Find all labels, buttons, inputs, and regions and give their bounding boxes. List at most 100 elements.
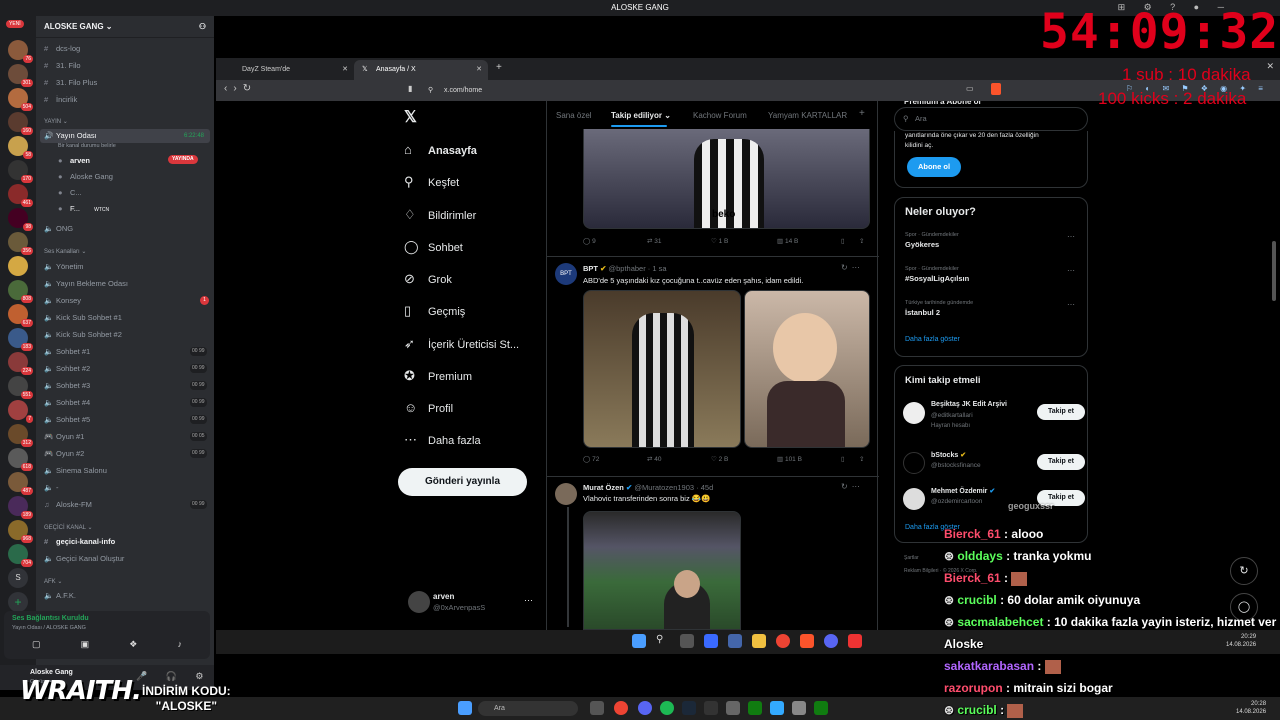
reply-button[interactable]: ◯ 72 — [583, 455, 599, 463]
nav-creator-studio[interactable]: ➶ İçerik Üreticisi St... — [404, 334, 519, 354]
server-icon[interactable]: 504 — [8, 88, 33, 111]
voice-channel[interactable]: 🔈 Sohbet #5 00 99 — [44, 413, 214, 427]
retweet-button[interactable]: ⇄ 31 — [647, 237, 662, 245]
server-icon[interactable]: 312 — [8, 424, 33, 447]
search-icon[interactable]: ⚲ — [656, 634, 670, 648]
discord-icon[interactable] — [824, 634, 838, 648]
voice-actions[interactable]: ▢ ▣ ❖ ♪ — [12, 639, 202, 653]
back-icon[interactable]: ‹ — [224, 83, 233, 94]
add-server-icon[interactable]: + — [8, 592, 28, 612]
steam-icon[interactable] — [682, 701, 696, 715]
voice-channel[interactable]: 🎮 Oyun #1 00 05 — [44, 430, 214, 444]
avatar[interactable] — [555, 483, 577, 505]
voice-member[interactable]: ● F... WTCN — [58, 202, 109, 216]
voice-channel[interactable]: 🔈 Sohbet #2 00 99 — [44, 362, 214, 376]
voice-channel[interactable]: 🔈 Sohbet #1 00 99 — [44, 345, 214, 359]
tweet[interactable]: Murat Özen ✔ @Muratozen1903 · 45d ↻⋯ Vla… — [547, 477, 879, 630]
channel-item[interactable]: #31. Filo — [44, 59, 81, 73]
voice-channel[interactable]: 🔈 Yönetim — [44, 260, 84, 274]
follow-button[interactable]: Takip et — [1037, 404, 1085, 420]
like-button[interactable]: ♡ 2 B — [711, 455, 728, 463]
voice-channel[interactable]: 🔈 Konsey 1 — [44, 294, 210, 308]
soundboard-icon[interactable]: ♪ — [177, 639, 182, 653]
x-logo-icon[interactable]: 𝕏 — [404, 107, 417, 127]
views-button[interactable]: ▥ 14 B — [777, 237, 798, 245]
category-yayin[interactable]: YAYIN ⌄ — [44, 118, 68, 125]
server-icon[interactable]: 170 — [8, 160, 33, 183]
subscribe-button[interactable]: Abone ol — [907, 157, 961, 177]
account-name[interactable]: arven — [433, 592, 454, 601]
add-tab-icon[interactable]: + — [859, 108, 865, 119]
nav-explore[interactable]: ⚲ Keşfet — [404, 172, 459, 192]
channel-item[interactable]: # İncirlik — [44, 93, 77, 107]
app-icon[interactable] — [590, 701, 604, 715]
xbox-icon[interactable] — [748, 701, 762, 715]
voice-member[interactable]: ● C... — [58, 186, 82, 200]
server-icon[interactable]: 7 — [8, 400, 33, 423]
tab-for-you[interactable]: Sana özel — [556, 111, 592, 120]
server-icon[interactable]: 76 — [8, 40, 33, 63]
bookmark-button[interactable]: ▯ — [841, 237, 845, 245]
voice-channel[interactable]: 🔈 Kick Sub Sohbet #2 — [44, 328, 122, 342]
tweet-menu-icon[interactable]: ↻⋯ — [841, 482, 864, 491]
channel-item[interactable]: 🔈 Geçici Kanal Oluştur — [44, 552, 124, 566]
url-field[interactable]: ⚲ x.com/home — [422, 83, 982, 98]
nav-grok[interactable]: ⊘ Grok — [404, 269, 452, 289]
reply-button[interactable]: ◯ 9 — [583, 237, 596, 245]
show-more-link[interactable]: Daha fazla göster — [905, 336, 960, 343]
voice-location[interactable]: Yayın Odası / ALOSKE GANG — [12, 625, 86, 631]
nav-messages[interactable]: ◯ Sohbet — [404, 237, 463, 257]
add-member-icon[interactable]: ⚇ — [199, 16, 206, 38]
server-icon[interactable]: 968 — [8, 520, 33, 543]
tweet-photo[interactable] — [583, 511, 741, 630]
close-icon[interactable]: ✕ — [476, 60, 482, 80]
server-icon[interactable]: 98 — [8, 208, 33, 231]
channel-item[interactable]: #31. Filo Plus — [44, 76, 97, 90]
voice-channel[interactable]: 🔈 - — [44, 481, 59, 495]
tweet-photo[interactable] — [744, 290, 870, 448]
user-controls[interactable]: 🎤 🎧 ⚙ — [136, 671, 211, 682]
tweet-menu-icon[interactable]: ↻⋯ — [841, 263, 864, 272]
server-icon[interactable]: 224 — [8, 352, 33, 375]
taskview-icon[interactable] — [680, 634, 694, 648]
voice-channel[interactable]: ♫ Aloske-FM 00 99 — [44, 498, 214, 512]
tab-dayz[interactable]: DayZ Steam'de ✕ — [220, 60, 354, 80]
server-icon[interactable]: 183 — [8, 328, 33, 351]
app-icon[interactable] — [770, 701, 784, 715]
voice-channel[interactable]: 🔈 Yayın Bekleme Odası — [44, 277, 128, 291]
more-icon[interactable]: ⋯ — [1067, 232, 1075, 241]
more-icon[interactable]: ⋯ — [1067, 300, 1075, 309]
server-icon[interactable]: 704 — [8, 544, 33, 567]
nav-history[interactable]: ▯ Geçmiş — [404, 301, 465, 321]
app-icon[interactable] — [704, 634, 718, 648]
share-button[interactable]: ⇪ — [859, 455, 864, 463]
screen-share-icon[interactable]: ▣ — [81, 639, 90, 653]
footer-links[interactable]: Şartlar — [904, 555, 919, 561]
xbox-icon[interactable] — [814, 701, 828, 715]
nav-home[interactable]: ⌂ Anasayfa — [404, 140, 477, 160]
opera-icon[interactable] — [614, 701, 628, 715]
server-icon[interactable] — [8, 256, 28, 276]
tab-kachow[interactable]: Kachow Forum — [693, 111, 747, 120]
trend-item[interactable]: Spor · Gündemdekiler Gyökeres — [905, 232, 959, 249]
activities-icon[interactable]: ❖ — [129, 639, 137, 653]
server-icon[interactable]: 301 — [8, 64, 33, 87]
nav-more[interactable]: ⋯ Daha fazla — [404, 430, 481, 450]
camera-icon[interactable]: ▢ — [32, 639, 41, 653]
tweet[interactable]: beko ◯ 9 ⇄ 31 ♡ 1 B ▥ 14 B ▯ ⇪ — [547, 129, 879, 257]
follow-suggestion[interactable]: bStocks ✔ @bstocksfinance Takip et — [901, 450, 1085, 480]
nav-premium[interactable]: ✪ Premium — [404, 366, 472, 386]
retweet-button[interactable]: ⇄ 40 — [647, 455, 662, 463]
store-icon[interactable] — [728, 634, 742, 648]
follow-suggestion[interactable]: Beşiktaş JK Edit Arşivi @editkartallari Ha… — [901, 400, 1085, 430]
close-window-icon[interactable]: ✕ — [1266, 61, 1274, 72]
channel-item[interactable]: # dcs-log — [44, 42, 80, 56]
voice-channel[interactable]: 🔈 Kick Sub Sohbet #1 — [44, 311, 122, 325]
views-button[interactable]: ▥ 101 B — [777, 455, 802, 463]
epic-icon[interactable] — [704, 701, 718, 715]
brave-shield-icon[interactable] — [991, 83, 1001, 95]
category-gecici[interactable]: GEÇİCİ KANAL ⌄ — [44, 524, 93, 531]
tab-yamyam[interactable]: Yamyam KARTALLAR — [768, 111, 852, 120]
avatar[interactable]: BPT — [555, 263, 577, 285]
share-button[interactable]: ⇪ — [859, 237, 864, 245]
